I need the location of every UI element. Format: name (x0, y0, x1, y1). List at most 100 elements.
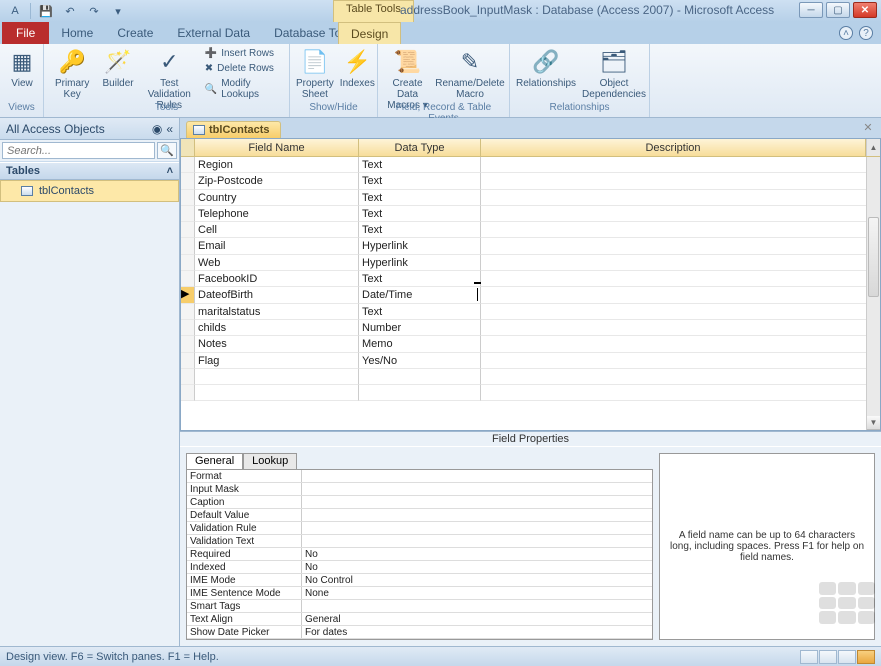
property-row[interactable]: IME ModeNo Control (187, 574, 652, 587)
row-selector[interactable] (181, 385, 195, 401)
tab-general[interactable]: General (186, 453, 243, 469)
table-row[interactable] (181, 369, 880, 385)
cell-field-name[interactable]: Notes (195, 336, 359, 352)
table-row[interactable]: CellText (181, 222, 880, 238)
cell-description[interactable] (481, 238, 880, 254)
cell-field-name[interactable]: Country (195, 190, 359, 206)
cell-description[interactable] (481, 255, 880, 271)
cell-description[interactable] (481, 336, 880, 352)
search-input[interactable] (2, 142, 155, 159)
qat-more-icon[interactable]: ▾ (107, 2, 129, 20)
table-row[interactable]: EmailHyperlink (181, 238, 880, 254)
row-selector[interactable] (181, 304, 195, 320)
property-row[interactable]: Format (187, 470, 652, 483)
cell-field-name[interactable]: maritalstatus (195, 304, 359, 320)
table-row[interactable]: ▶DateofBirthDate/Time (181, 287, 880, 303)
cell-data-type[interactable]: Text (359, 271, 481, 287)
nav-item-tblcontacts[interactable]: tblContacts (0, 180, 179, 202)
tab-design[interactable]: Design (338, 22, 401, 44)
cell-field-name[interactable]: Flag (195, 353, 359, 369)
cell-field-name[interactable]: Email (195, 238, 359, 254)
row-selector[interactable] (181, 206, 195, 222)
tab-external-data[interactable]: External Data (165, 22, 262, 44)
insert-rows-button[interactable]: ➕Insert Rows (203, 47, 283, 60)
cell-description[interactable] (481, 287, 880, 303)
table-row[interactable] (181, 385, 880, 401)
cell-data-type[interactable]: Text (359, 304, 481, 320)
grid-body[interactable]: RegionTextZip-PostcodeTextCountryTextTel… (181, 157, 880, 430)
cell-field-name[interactable] (195, 369, 359, 385)
save-icon[interactable]: 💾 (35, 2, 57, 20)
scroll-down-icon[interactable]: ▼ (867, 416, 880, 430)
view-button[interactable]: ▦ View (6, 46, 38, 89)
property-value[interactable]: General (302, 613, 652, 625)
cell-field-name[interactable]: Region (195, 157, 359, 173)
property-row[interactable]: Caption (187, 496, 652, 509)
table-row[interactable]: CountryText (181, 190, 880, 206)
view-chart-button[interactable] (838, 650, 856, 664)
document-tab[interactable]: tblContacts (186, 121, 281, 138)
nav-section-tables[interactable]: Tables ˄ (0, 162, 179, 180)
property-row[interactable]: Validation Text (187, 535, 652, 548)
modify-lookups-button[interactable]: 🔍Modify Lookups (203, 77, 283, 101)
cell-field-name[interactable]: Web (195, 255, 359, 271)
nav-collapse-icon[interactable]: « (166, 122, 173, 136)
cell-data-type[interactable]: Memo (359, 336, 481, 352)
property-sheet-button[interactable]: 📄PropertySheet (296, 46, 334, 100)
builder-button[interactable]: 🪄Builder (100, 46, 135, 89)
cell-field-name[interactable]: Zip-Postcode (195, 173, 359, 189)
row-selector[interactable] (181, 320, 195, 336)
cell-data-type[interactable]: Date/Time (359, 287, 481, 303)
cell-field-name[interactable]: Telephone (195, 206, 359, 222)
property-row[interactable]: Validation Rule (187, 522, 652, 535)
property-row[interactable]: RequiredNo (187, 548, 652, 561)
delete-rows-button[interactable]: ✖Delete Rows (203, 62, 283, 75)
property-value[interactable]: No (302, 548, 652, 560)
table-row[interactable]: TelephoneText (181, 206, 880, 222)
table-row[interactable]: childsNumber (181, 320, 880, 336)
cell-description[interactable] (481, 206, 880, 222)
relationships-button[interactable]: 🔗Relationships (516, 46, 576, 89)
property-value[interactable] (302, 522, 652, 534)
cell-data-type[interactable]: Text (359, 173, 481, 189)
view-pivot-button[interactable] (819, 650, 837, 664)
cell-description[interactable] (481, 369, 880, 385)
cell-description[interactable] (481, 385, 880, 401)
cell-data-type[interactable]: Text (359, 190, 481, 206)
indexes-button[interactable]: ⚡Indexes (340, 46, 375, 89)
row-selector[interactable] (181, 271, 195, 287)
row-selector[interactable] (181, 369, 195, 385)
cell-data-type[interactable]: Text (359, 157, 481, 173)
row-selector[interactable] (181, 173, 195, 189)
property-row[interactable]: Text AlignGeneral (187, 613, 652, 626)
cell-data-type[interactable] (359, 369, 481, 385)
close-button[interactable]: ✕ (853, 2, 877, 18)
property-value[interactable] (302, 535, 652, 547)
rename-delete-macro-button[interactable]: ✎Rename/DeleteMacro (437, 46, 503, 100)
cell-description[interactable] (481, 320, 880, 336)
tab-lookup[interactable]: Lookup (243, 453, 297, 469)
col-description[interactable]: Description (481, 139, 866, 156)
tab-home[interactable]: Home (49, 22, 105, 44)
nav-header[interactable]: All Access Objects ◉ « (0, 118, 179, 140)
row-selector[interactable] (181, 353, 195, 369)
ribbon-minimize-icon[interactable]: ˄ (839, 26, 853, 40)
access-app-icon[interactable]: A (4, 2, 26, 20)
row-selector[interactable] (181, 157, 195, 173)
help-icon[interactable]: ? (859, 26, 873, 40)
scrollbar-thumb[interactable] (868, 217, 879, 297)
cell-data-type[interactable]: Hyperlink (359, 238, 481, 254)
table-row[interactable]: FacebookIDText (181, 271, 880, 287)
cell-data-type[interactable]: Hyperlink (359, 255, 481, 271)
view-datasheet-button[interactable] (800, 650, 818, 664)
property-value[interactable]: For dates (302, 626, 652, 638)
cell-description[interactable] (481, 173, 880, 189)
cell-data-type[interactable] (359, 385, 481, 401)
vertical-scrollbar[interactable]: ▼ (866, 157, 880, 430)
maximize-button[interactable]: ▢ (826, 2, 850, 18)
property-value[interactable] (302, 470, 652, 482)
object-dependencies-button[interactable]: 🗂ObjectDependencies (582, 46, 646, 100)
field-properties-grid[interactable]: FormatInput MaskCaptionDefault ValueVali… (186, 469, 653, 640)
property-row[interactable]: IndexedNo (187, 561, 652, 574)
cell-data-type[interactable]: Text (359, 222, 481, 238)
